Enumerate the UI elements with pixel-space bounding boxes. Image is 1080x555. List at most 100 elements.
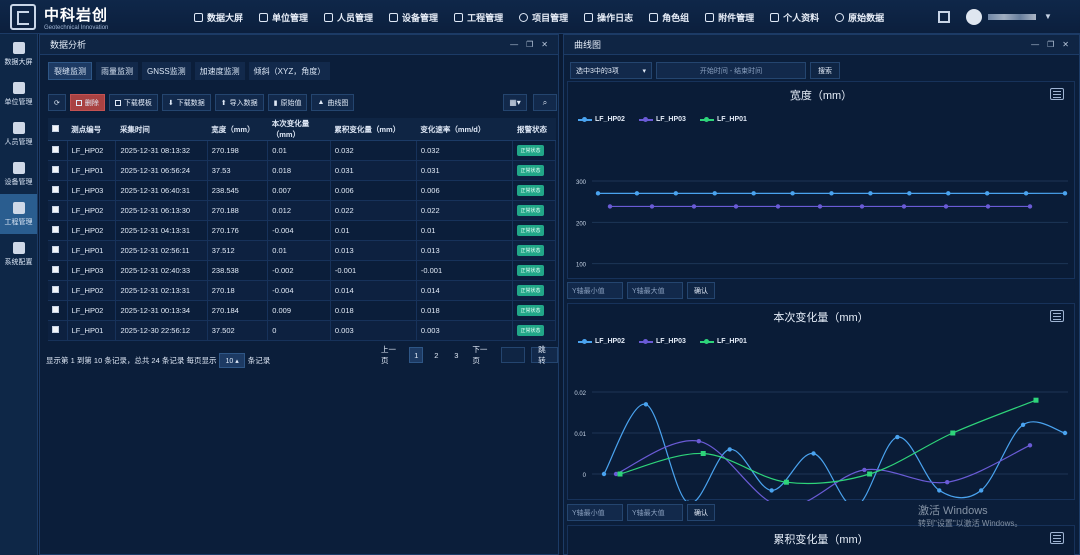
monitor-tab[interactable]: GNSS监测 — [142, 62, 191, 80]
fullscreen-icon[interactable] — [938, 11, 950, 23]
table-row[interactable]: LF_HP02 2025-12-31 04:13:31 270.176 -0.004 0… — [48, 220, 556, 241]
next-page-button[interactable]: 下一页 — [469, 345, 494, 365]
table-row[interactable]: LF_HP01 2025-12-31 06:56:24 37.53 0.018 0.03… — [48, 160, 556, 181]
sidebar-item[interactable]: 人员管理 — [0, 114, 37, 154]
topnav-item[interactable]: 人员管理 — [316, 0, 381, 34]
table-row[interactable]: LF_HP02 2025-12-31 08:13:32 270.198 0.01 0.0… — [48, 140, 556, 161]
curve-chart-button[interactable]: ▲ 曲线图 — [311, 94, 355, 111]
username-blurred[interactable] — [988, 14, 1036, 20]
topnav-item[interactable]: 附件管理 — [697, 0, 762, 34]
row-select-cell[interactable] — [48, 240, 68, 261]
y-min-input[interactable]: Y轴最小值 — [567, 504, 623, 521]
table-row[interactable]: LF_HP01 2025-12-31 02:56:11 37.512 0.01 0.01… — [48, 240, 556, 261]
minimize-icon[interactable]: — — [510, 40, 518, 49]
row-checkbox[interactable] — [52, 246, 59, 253]
row-select-cell[interactable] — [48, 280, 68, 301]
topnav-item[interactable]: 操作日志 — [576, 0, 641, 34]
data-point — [943, 204, 949, 209]
refresh-button[interactable]: ⟳ — [48, 94, 66, 111]
table-cell: 0.018 — [416, 300, 514, 321]
column-header[interactable]: 累积变化量（mm） — [330, 118, 417, 141]
close-icon[interactable]: ✕ — [541, 40, 548, 49]
topnav-item[interactable]: 数据大屏 — [186, 0, 251, 34]
row-checkbox[interactable] — [52, 306, 59, 313]
monitor-tab[interactable]: 倾斜（XYZ，角度） — [248, 62, 331, 80]
import-data-button[interactable]: ⬆ 导入数据 — [214, 94, 264, 111]
page-3-button[interactable]: 3 — [449, 347, 463, 363]
close-icon[interactable]: ✕ — [1062, 40, 1069, 49]
row-checkbox[interactable] — [52, 326, 59, 333]
table-row[interactable]: LF_HP03 2025-12-31 02:40:33 238.538 -0.002-… — [48, 260, 556, 281]
topnav-item[interactable]: 项目管理 — [511, 0, 576, 34]
download-data-button[interactable]: ⬇ 下载数据 — [161, 94, 211, 111]
row-checkbox[interactable] — [52, 226, 59, 233]
chevron-down-icon[interactable]: ▼ — [1044, 12, 1052, 21]
time-range-input[interactable]: 开始时间 - 结束时间 — [656, 62, 806, 79]
sidebar-item[interactable]: 系统配置 — [0, 234, 37, 274]
jump-page-input[interactable] — [500, 347, 526, 363]
monitor-tab[interactable]: 加速度监测 — [194, 62, 245, 80]
monitor-tab[interactable]: 裂缝监测 — [48, 62, 92, 80]
row-checkbox[interactable] — [52, 186, 59, 193]
monitor-tab[interactable]: 雨量监测 — [96, 62, 138, 80]
minimize-icon[interactable]: — — [1031, 40, 1039, 49]
topnav-item[interactable]: 设备管理 — [381, 0, 446, 34]
page-1-button[interactable]: 1 — [409, 347, 424, 363]
row-checkbox[interactable] — [52, 206, 59, 213]
row-select-cell[interactable] — [48, 260, 68, 281]
search-button[interactable]: ⌕ — [533, 94, 557, 111]
row-checkbox[interactable] — [52, 166, 59, 173]
restore-icon[interactable]: ❐ — [1047, 40, 1054, 49]
download-template-button[interactable]: 下载模板 — [108, 94, 158, 111]
columns-toggle-button[interactable]: ▦▾ — [503, 94, 527, 111]
column-header[interactable]: 测点编号 — [67, 118, 116, 141]
topnav-item[interactable]: 角色组 — [641, 0, 697, 34]
sidebar-item[interactable]: 设备管理 — [0, 154, 37, 194]
topnav-item[interactable]: 个人资料 — [762, 0, 827, 34]
column-header[interactable]: 宽度（mm） — [207, 118, 268, 141]
prev-page-button[interactable]: 上一页 — [378, 345, 403, 365]
y-max-input[interactable]: Y轴最大值 — [627, 282, 683, 299]
table-row[interactable]: LF_HP02 2025-12-31 06:13:30 270.188 0.012 0.… — [48, 200, 556, 221]
row-checkbox[interactable] — [52, 266, 59, 273]
topnav-item[interactable]: 原始数据 — [827, 0, 892, 34]
raw-values-button[interactable]: ▮ 原始值 — [267, 94, 308, 111]
select-all-checkbox[interactable] — [52, 124, 59, 132]
row-select-cell[interactable] — [48, 180, 68, 201]
sidebar-item[interactable]: 工程管理 — [0, 194, 37, 234]
row-checkbox[interactable] — [52, 286, 59, 293]
topnav-item[interactable]: 单位管理 — [251, 0, 316, 34]
y-max-input[interactable]: Y轴最大值 — [627, 504, 683, 521]
row-select-cell[interactable] — [48, 300, 68, 321]
delete-button[interactable]: 删除 — [69, 94, 105, 111]
table-row[interactable]: LF_HP03 2025-12-31 06:40:31 238.545 0.007 0.… — [48, 180, 556, 201]
search-button[interactable]: 搜索 — [810, 62, 840, 79]
column-header[interactable]: 采集时间 — [115, 118, 208, 141]
sidebar-item[interactable]: 数据大屏 — [0, 34, 37, 74]
row-checkbox[interactable] — [52, 146, 59, 153]
column-header[interactable]: 变化速率（mm/d） — [416, 118, 513, 141]
row-select-cell[interactable] — [48, 320, 68, 341]
row-select-cell[interactable] — [48, 140, 68, 161]
row-select-cell[interactable] — [48, 200, 68, 221]
column-header[interactable]: 本次变化量（mm） — [267, 118, 331, 141]
chart-menu-icon[interactable] — [1050, 532, 1064, 544]
confirm-button[interactable]: 确认 — [687, 504, 715, 521]
page-size-select[interactable]: 10 ▴ — [219, 353, 245, 368]
jump-button[interactable]: 跳转 — [531, 345, 558, 365]
y-min-input[interactable]: Y轴最小值 — [567, 282, 623, 299]
table-row[interactable]: LF_HP01 2025-12-30 22:56:12 37.502 0 0.003 0.… — [48, 320, 556, 341]
confirm-button[interactable]: 确认 — [687, 282, 715, 299]
row-select-cell[interactable] — [48, 160, 68, 181]
series-select[interactable]: 选中3中的3项 ▾ — [570, 62, 652, 79]
topnav-item[interactable]: 工程管理 — [446, 0, 511, 34]
column-header[interactable]: 报警状态 — [512, 118, 556, 141]
page-2-button[interactable]: 2 — [429, 347, 443, 363]
restore-icon[interactable]: ❐ — [526, 40, 533, 49]
table-row[interactable]: LF_HP02 2025-12-31 00:13:34 270.184 0.009 0.… — [48, 300, 556, 321]
row-select-cell[interactable] — [48, 220, 68, 241]
select-all-cell[interactable] — [48, 118, 68, 141]
table-row[interactable]: LF_HP02 2025-12-31 02:13:31 270.18 -0.004 0.… — [48, 280, 556, 301]
sidebar-item[interactable]: 单位管理 — [0, 74, 37, 114]
avatar[interactable] — [966, 9, 982, 25]
